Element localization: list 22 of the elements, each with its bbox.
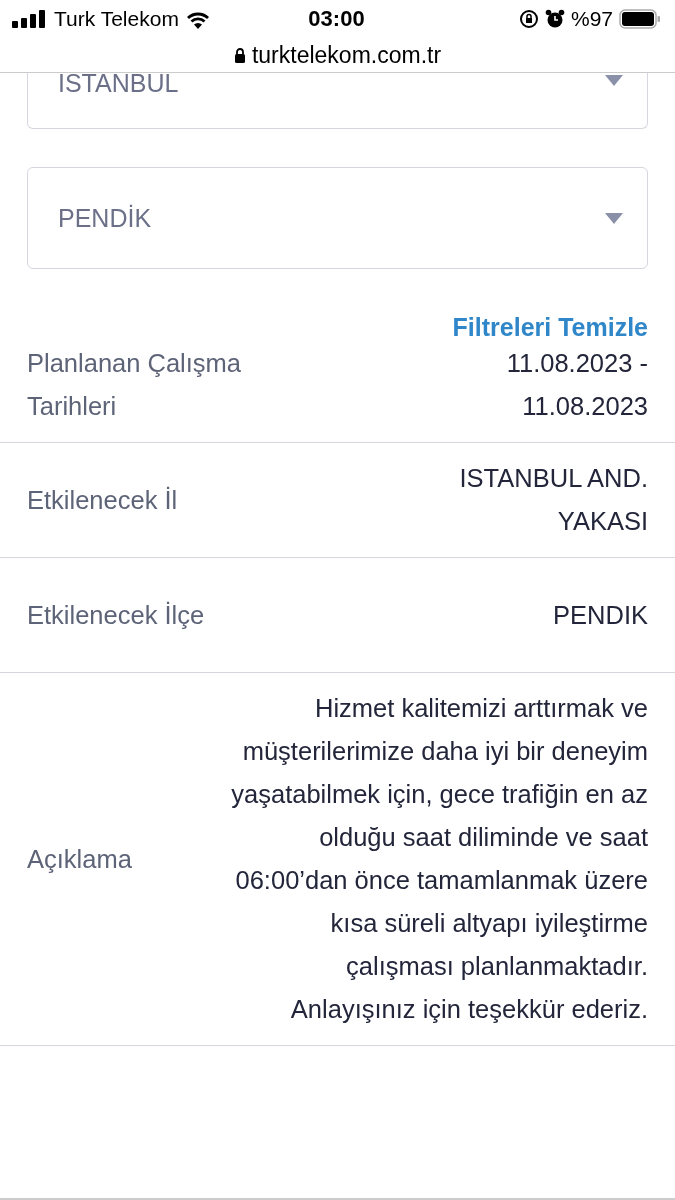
detail-value: ISTANBUL AND. YAKASI [458, 463, 648, 537]
detail-value: 11.08.2023 - 11.08.2023 [505, 348, 648, 422]
caret-icon [605, 75, 623, 86]
battery-icon [619, 9, 661, 29]
rotation-lock-icon [518, 9, 539, 29]
detail-label: Planlanan Çalışma Tarihleri [27, 348, 243, 422]
url-text[interactable]: turktelekom.com.tr [251, 41, 442, 69]
alarm-clock-icon [544, 9, 565, 29]
dropdown-field[interactable]: PENDİK [27, 167, 648, 269]
detail-label: Etkilenecek İlçe [27, 599, 205, 631]
dropdown-field[interactable]: ISTANBUL [27, 73, 648, 129]
detail-label: Etkilenecek İl [27, 484, 178, 516]
caret-icon [605, 212, 623, 224]
detail-label: Açıklama [27, 843, 132, 875]
clear-filters-link[interactable]: Filtreleri Temizle [452, 313, 648, 342]
battery-percentage: %97 [570, 7, 613, 31]
carrier-name: Turk Telekom [54, 7, 179, 31]
detail-value: Hizmet kalitemizi arttırmak ve müşterilerimize daha iyi bir deneyim yaşatabilmek için, gece trafiğin en az olduğu saat diliminde ve saat 06:00’dan önce tamamlanmak üzere kısa süreli altyapı iyileştirme çalışması planlanmaktadır. Anlayışınız için teşekkür ederiz. [230, 693, 648, 1025]
lock-icon [233, 47, 246, 63]
detail-value: PENDIK [552, 599, 648, 631]
clock-time: 03:00 [308, 6, 365, 32]
signal-icon [12, 10, 48, 28]
